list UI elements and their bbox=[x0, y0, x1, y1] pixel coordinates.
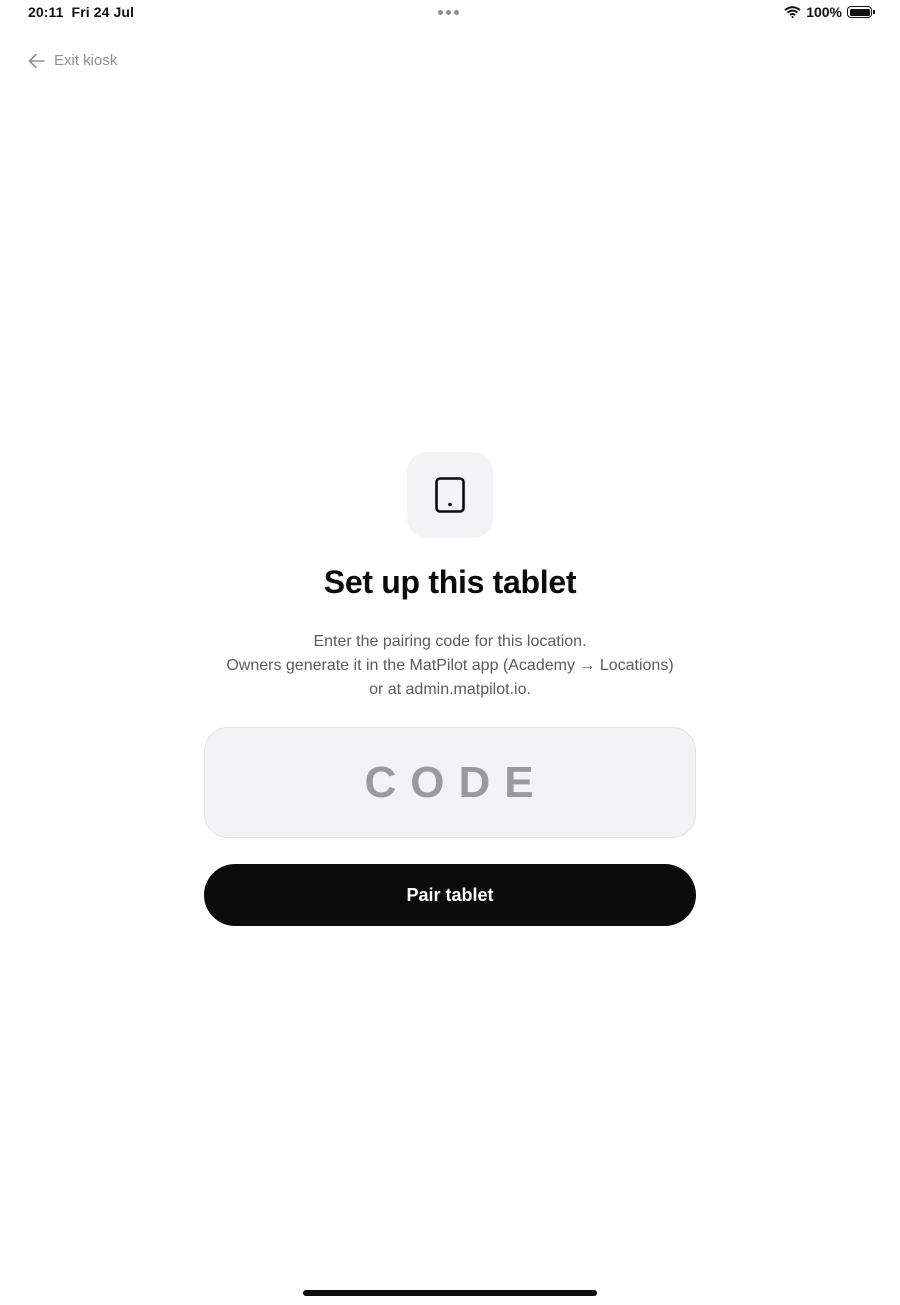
status-time: 20:11 bbox=[28, 4, 64, 20]
wifi-icon bbox=[784, 6, 801, 18]
home-indicator[interactable] bbox=[303, 1290, 597, 1296]
instruction-line: Owners generate it in the MatPilot app (… bbox=[226, 657, 674, 674]
battery-level-fill bbox=[849, 8, 870, 16]
pairing-instructions: Enter the pairing code for this location… bbox=[150, 630, 750, 702]
battery-percent: 100% bbox=[806, 4, 842, 20]
instruction-line: Enter the pairing code for this location… bbox=[313, 633, 587, 650]
arrow-left-icon bbox=[28, 53, 45, 68]
pairing-code-input[interactable] bbox=[204, 727, 696, 838]
status-bar: 20:11 Fri 24 Jul 100% bbox=[0, 0, 900, 26]
battery-icon bbox=[847, 6, 875, 18]
status-bar-indicators: 100% bbox=[784, 4, 875, 20]
multitasking-dots-icon[interactable] bbox=[438, 10, 459, 15]
page-title: Set up this tablet bbox=[323, 564, 577, 600]
status-date: Fri 24 Jul bbox=[71, 4, 135, 20]
pair-tablet-button[interactable]: Pair tablet bbox=[204, 864, 696, 926]
tablet-icon-tile bbox=[407, 452, 493, 538]
exit-kiosk-label: Exit kiosk bbox=[54, 52, 118, 69]
status-bar-clock: 20:11 Fri 24 Jul bbox=[28, 4, 134, 20]
instruction-line: or at admin.matpilot.io. bbox=[369, 681, 531, 698]
kiosk-pairing-screen: 20:11 Fri 24 Jul 100% Exit kiosk Set up … bbox=[0, 0, 900, 1305]
tablet-icon bbox=[435, 477, 465, 513]
exit-kiosk-button[interactable]: Exit kiosk bbox=[28, 52, 117, 69]
